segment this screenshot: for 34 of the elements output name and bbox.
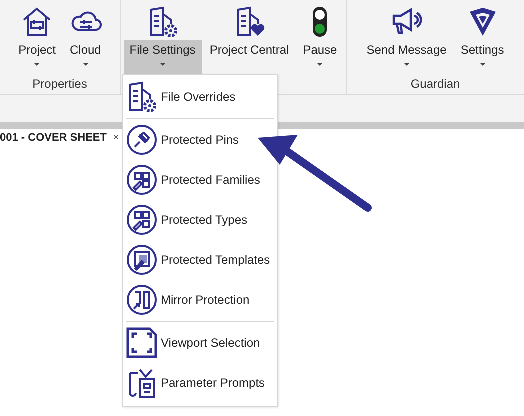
- caret-icon: [317, 63, 324, 66]
- grid-pencil-icon: [126, 164, 158, 196]
- menu-item[interactable]: Protected Pins: [126, 120, 274, 160]
- menu-item[interactable]: Viewport Selection: [126, 323, 274, 363]
- caret-icon: [480, 63, 486, 66]
- menu-item[interactable]: Parameter Prompts: [126, 363, 274, 403]
- caret-icon: [82, 63, 89, 66]
- house-icon: [21, 6, 54, 38]
- grid-pencil-icon: [126, 204, 158, 236]
- ribbon-button[interactable]: Project Central: [204, 0, 296, 75]
- caret-icon: [34, 63, 40, 66]
- ribbon-button[interactable]: Settings: [454, 0, 510, 75]
- menu-item[interactable]: File Overrides: [126, 77, 274, 117]
- group-label: Properties: [32, 77, 88, 91]
- group-label: Guardian: [410, 77, 460, 91]
- building-gear-icon: [126, 81, 158, 113]
- ribbon-button[interactable]: File Settings: [124, 0, 202, 75]
- caret-icon: [404, 63, 410, 66]
- ribbon-button[interactable]: Cloud: [64, 0, 108, 75]
- document-tab[interactable]: 001 - COVER SHEET: [0, 132, 107, 144]
- mirror-icon: [126, 284, 158, 316]
- menu-item[interactable]: Protected Types: [126, 200, 274, 240]
- caret-icon: [160, 63, 166, 66]
- pushpin-icon: [126, 124, 158, 156]
- menu-item[interactable]: Protected Templates: [126, 240, 274, 280]
- viewport-icon: [126, 327, 158, 359]
- close-icon[interactable]: ×: [112, 132, 120, 144]
- ribbon-button[interactable]: Send Message: [360, 0, 453, 75]
- document-form-icon: [126, 367, 158, 399]
- menu-item[interactable]: Protected Families: [126, 160, 274, 200]
- ribbon-button[interactable]: Project: [12, 0, 62, 75]
- menu-item[interactable]: Mirror Protection: [126, 280, 274, 320]
- template-pencil-icon: [126, 244, 158, 276]
- ribbon-button[interactable]: Pause: [297, 0, 344, 75]
